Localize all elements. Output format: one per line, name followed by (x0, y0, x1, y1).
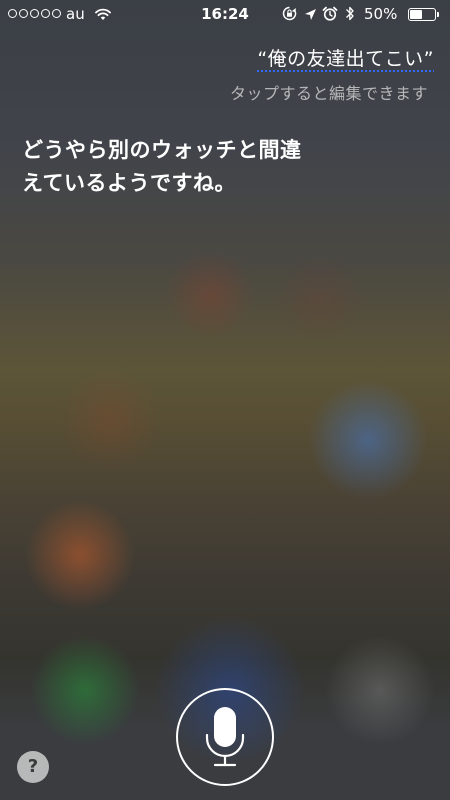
siri-response-line: えているようですね。 (22, 171, 236, 195)
siri-response: どうやら別のウォッチと間違 えているようですね。 (22, 134, 382, 200)
rotation-lock-icon (282, 6, 297, 25)
help-button[interactable]: ? (17, 751, 49, 783)
blurred-home-screen-background (0, 0, 450, 800)
battery-percentage: 50% (364, 5, 398, 23)
battery-level-fill (410, 10, 422, 19)
question-mark-icon: ? (27, 756, 39, 777)
bluetooth-icon (345, 5, 355, 26)
microphone-button[interactable] (176, 688, 274, 786)
user-query-text: “俺の友達出てこい” (257, 48, 434, 70)
tap-to-edit-hint: タップすると編集できます (229, 84, 428, 103)
siri-user-query[interactable]: “俺の友達出てこい” (257, 44, 434, 71)
battery-tip (437, 12, 439, 17)
microphone-icon (200, 705, 250, 773)
location-icon (304, 7, 317, 25)
siri-response-line: どうやら別のウォッチと間違 (22, 138, 302, 162)
status-bar: au 16:24 50% (0, 0, 450, 30)
battery-icon (408, 8, 436, 21)
alarm-icon (322, 6, 338, 26)
